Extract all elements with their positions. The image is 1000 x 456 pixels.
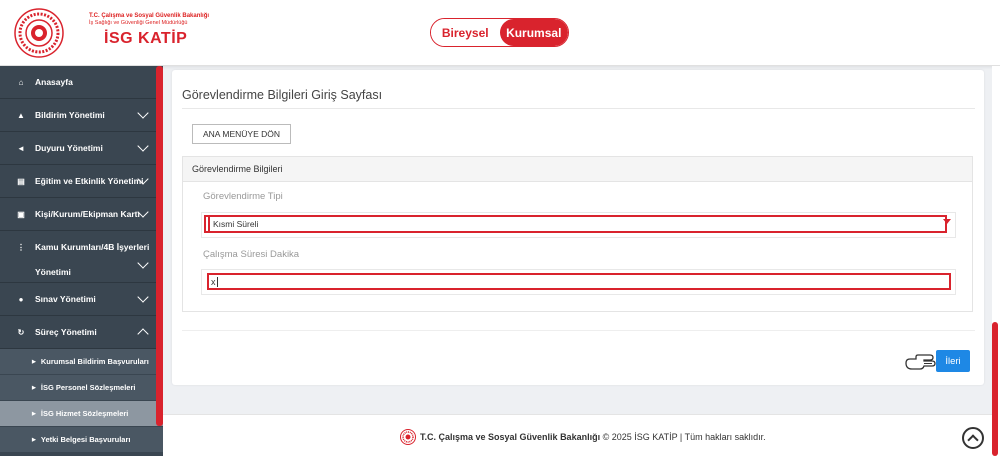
assignment-type-label: Görevlendirme Tipi bbox=[203, 191, 283, 202]
chevron-down-icon bbox=[137, 140, 149, 152]
page-scrollbar-thumb[interactable] bbox=[992, 322, 998, 456]
id-card-icon: ▣ bbox=[17, 209, 25, 219]
footer-copyright: © 2025 İSG KATİP | Tüm hakları saklıdır. bbox=[602, 432, 766, 442]
sidebar-item-label: Eğitim ve Etkinlik Yönetimi bbox=[35, 176, 144, 186]
sidebar-item-label: Duyuru Yönetimi bbox=[35, 143, 103, 153]
sidebar-item-label: Kamu Kurumları/4B İşyerleri Yönetimi bbox=[35, 235, 149, 285]
org-line1: T.C. Çalışma ve Sosyal Güvenlik Bakanlığ… bbox=[89, 13, 210, 19]
bell-icon: ▲ bbox=[17, 110, 25, 120]
page-title: Görevlendirme Bilgileri Giriş Sayfası bbox=[182, 88, 383, 102]
triangle-right-icon: ▶ bbox=[32, 436, 36, 443]
sidebar-item-duyuru[interactable]: ◄ Duyuru Yönetimi bbox=[0, 132, 163, 165]
sidebar: ⌂ Anasayfa ▲ Bildirim Yönetimi ◄ Duyuru … bbox=[0, 66, 163, 456]
sidebar-item-label: Anasayfa bbox=[35, 77, 73, 87]
sidebar-subitem-isg-personel[interactable]: ▶ İSG Personel Sözleşmeleri bbox=[0, 375, 163, 401]
sidebar-scrollbar[interactable] bbox=[156, 66, 163, 426]
chevron-down-icon bbox=[137, 291, 149, 303]
footer-org: T.C. Çalışma ve Sosyal Güvenlik Bakanlığ… bbox=[420, 432, 601, 442]
sidebar-subitem-label: Yetki Belgesi Başvuruları bbox=[40, 435, 131, 444]
page-scrollbar[interactable] bbox=[992, 66, 1000, 456]
sidebar-subitem-label: Kurumsal Bildirim Başvuruları bbox=[40, 357, 149, 366]
sitemap-icon: ⋮ bbox=[17, 243, 25, 252]
chevron-down-icon bbox=[137, 107, 149, 119]
assignment-section: Görevlendirme Bilgileri Görevlendirme Ti… bbox=[182, 156, 973, 312]
section-title: Görevlendirme Bilgileri bbox=[183, 157, 972, 182]
org-name: T.C. Çalışma ve Sosyal Güvenlik Bakanlığ… bbox=[89, 12, 209, 27]
sidebar-item-label: Sınav Yönetimi bbox=[35, 294, 96, 304]
assignment-type-selected: Kısmi Süreli bbox=[213, 218, 259, 229]
sidebar-subitem-label: İSG Personel Sözleşmeleri bbox=[40, 383, 136, 392]
ministry-seal-icon bbox=[400, 429, 416, 445]
pointing-hand-icon bbox=[905, 354, 936, 370]
sidebar-item-bildirim[interactable]: ▲ Bildirim Yönetimi bbox=[0, 99, 163, 132]
org-line2: İş Sağlığı ve Güvenliği Genel Müdürlüğü bbox=[89, 20, 188, 26]
list-icon: ▤ bbox=[17, 176, 25, 186]
sidebar-item-kamu-kurumlari[interactable]: ⋮ Kamu Kurumları/4B İşyerleri Yönetimi bbox=[0, 231, 163, 283]
users-icon: ● bbox=[18, 294, 24, 304]
sidebar-item-egitim[interactable]: ▤ Eğitim ve Etkinlik Yönetimi bbox=[0, 165, 163, 198]
text-cursor bbox=[216, 276, 218, 287]
top-header: T.C. Çalışma ve Sosyal Güvenlik Bakanlığ… bbox=[0, 0, 1000, 66]
sidebar-item-anasayfa[interactable]: ⌂ Anasayfa bbox=[0, 66, 163, 99]
sidebar-item-label-line2: Yönetimi bbox=[35, 267, 71, 277]
divider bbox=[182, 108, 975, 109]
triangle-right-icon: ▶ bbox=[32, 410, 36, 417]
app-title[interactable]: İSG KATİP bbox=[104, 30, 187, 48]
chevron-up-icon bbox=[137, 328, 149, 340]
bireysel-toggle-button[interactable]: Bireysel bbox=[431, 19, 500, 46]
sidebar-item-label-line1: Kamu Kurumları/4B İşyerleri bbox=[35, 242, 150, 252]
footer-text: T.C. Çalışma ve Sosyal Güvenlik Bakanlığ… bbox=[400, 429, 766, 445]
user-type-toggle: Bireysel Kurumsal bbox=[430, 18, 569, 47]
work-duration-input[interactable]: x bbox=[201, 269, 956, 295]
work-duration-value: x bbox=[211, 276, 216, 287]
assignment-type-value[interactable]: Kısmi Süreli bbox=[208, 216, 943, 231]
sidebar-item-kisi-kurum[interactable]: ▣ Kişi/Kurum/Ekipman Kartı bbox=[0, 198, 163, 231]
next-button[interactable]: İleri bbox=[936, 350, 970, 372]
footer: T.C. Çalışma ve Sosyal Güvenlik Bakanlığ… bbox=[163, 414, 992, 456]
kurumsal-toggle-button[interactable]: Kurumsal bbox=[499, 19, 568, 46]
sidebar-item-label: Bildirim Yönetimi bbox=[35, 110, 105, 120]
divider bbox=[182, 330, 975, 331]
sidebar-item-label: Kişi/Kurum/Ekipman Kartı bbox=[35, 209, 140, 219]
sidebar-item-sinav[interactable]: ● Sınav Yönetimi bbox=[0, 283, 163, 316]
refresh-icon: ↻ bbox=[17, 327, 25, 337]
megaphone-icon: ◄ bbox=[17, 143, 25, 153]
scroll-to-top-button[interactable] bbox=[962, 427, 984, 449]
triangle-right-icon: ▶ bbox=[32, 358, 36, 365]
home-icon: ⌂ bbox=[18, 77, 24, 87]
sidebar-subitem-yetki-belgesi[interactable]: ▶ Yetki Belgesi Başvuruları bbox=[0, 427, 163, 453]
dropdown-caret-icon[interactable] bbox=[943, 219, 951, 224]
sidebar-subitem-label: İSG Hizmet Sözleşmeleri bbox=[40, 409, 129, 418]
triangle-right-icon: ▶ bbox=[32, 384, 36, 391]
main-menu-button[interactable]: ANA MENÜYE DÖN bbox=[192, 124, 291, 144]
ministry-seal-logo[interactable] bbox=[14, 8, 64, 58]
work-duration-field[interactable]: x bbox=[207, 273, 951, 290]
sidebar-subitem-kurumsal-bildirim[interactable]: ▶ Kurumsal Bildirim Başvuruları bbox=[0, 349, 163, 375]
sidebar-item-label: Süreç Yönetimi bbox=[35, 327, 97, 337]
work-duration-label: Çalışma Süresi Dakika bbox=[203, 249, 300, 260]
sidebar-item-surec[interactable]: ↻ Süreç Yönetimi bbox=[0, 316, 163, 349]
assignment-type-select[interactable]: Kısmi Süreli bbox=[201, 212, 956, 238]
main-card: Görevlendirme Bilgileri Giriş Sayfası AN… bbox=[172, 70, 984, 385]
sidebar-subitem-isg-hizmet[interactable]: ▶ İSG Hizmet Sözleşmeleri bbox=[0, 401, 163, 427]
